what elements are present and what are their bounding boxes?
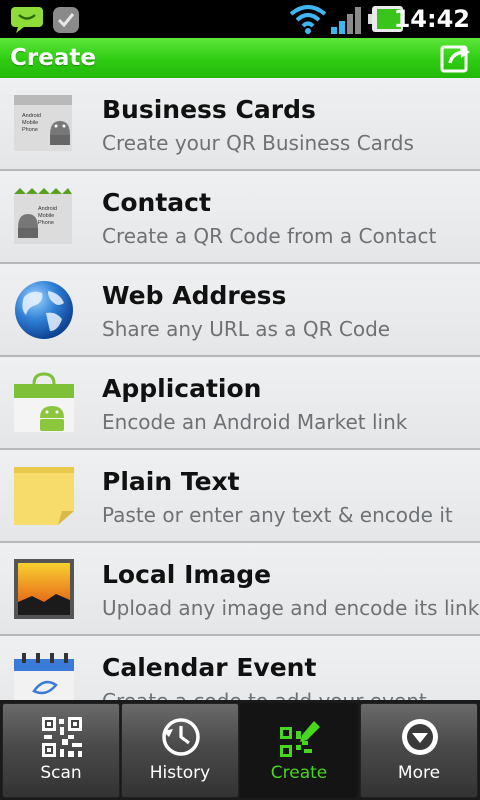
item-subtitle: Create a QR Code from a Contact	[102, 224, 437, 248]
tab-label: More	[397, 763, 441, 783]
messaging-icon	[11, 7, 43, 33]
svg-text:Mobile: Mobile	[22, 120, 38, 126]
list-item-application[interactable]: Application Encode an Android Market lin…	[0, 357, 480, 450]
item-subtitle: Upload any image and encode its link	[102, 596, 480, 620]
tab-label: Scan	[40, 763, 82, 783]
svg-text:Android: Android	[38, 206, 57, 212]
clock-icon	[162, 718, 200, 756]
list-item-calendar-event[interactable]: Calendar Event Create a code to add your…	[0, 636, 480, 700]
tab-label: History	[149, 763, 211, 783]
bottom-tab-bar: Scan History Create More	[0, 700, 480, 800]
item-title: Local Image	[102, 560, 272, 589]
sticky-note-icon	[14, 467, 74, 525]
tab-more[interactable]: More	[360, 703, 478, 798]
title-bar: Create	[0, 38, 480, 78]
status-bar: 14:42	[0, 0, 480, 38]
signal-icon	[331, 7, 361, 34]
page-title: Create	[10, 45, 96, 71]
globe-icon	[15, 281, 73, 339]
list-item-local-image[interactable]: Local Image Upload any image and encode …	[0, 543, 480, 636]
tab-label: Create	[270, 763, 328, 783]
calendar-icon	[14, 653, 74, 700]
clock-time: 14:42	[393, 5, 470, 33]
svg-text:Android: Android	[22, 113, 41, 119]
item-title: Application	[102, 374, 262, 403]
contact-icon: Android Mobile Phone	[14, 188, 72, 244]
item-title: Calendar Event	[102, 653, 317, 682]
qr-create-icon	[280, 721, 320, 757]
chevron-down-circle-icon	[402, 719, 438, 755]
list-item-contact[interactable]: Android Mobile Phone Contact Create a QR…	[0, 171, 480, 264]
svg-text:Phone: Phone	[22, 127, 38, 133]
item-subtitle: Encode an Android Market link	[102, 410, 408, 434]
list-item-web-address[interactable]: Web Address Share any URL as a QR Code	[0, 264, 480, 357]
tab-scan[interactable]: Scan	[2, 703, 120, 798]
item-subtitle: Paste or enter any text & encode it	[102, 503, 453, 527]
share-icon[interactable]	[440, 43, 472, 73]
business-card-icon: Android Mobile Phone	[14, 95, 72, 151]
sync-icon	[53, 7, 79, 33]
item-title: Plain Text	[102, 467, 240, 496]
item-title: Contact	[102, 188, 211, 217]
item-subtitle: Create your QR Business Cards	[102, 131, 414, 155]
tab-history[interactable]: History	[121, 703, 239, 798]
item-title: Business Cards	[102, 95, 316, 124]
market-bag-icon	[14, 372, 74, 432]
item-subtitle: Share any URL as a QR Code	[102, 317, 391, 341]
picture-icon	[14, 559, 74, 619]
list-item-plain-text[interactable]: Plain Text Paste or enter any text & enc…	[0, 450, 480, 543]
item-title: Web Address	[102, 281, 287, 310]
create-options-list: Android Mobile Phone Business Cards Crea…	[0, 78, 480, 700]
svg-text:Phone: Phone	[38, 220, 54, 226]
qr-code-icon	[42, 717, 82, 757]
item-subtitle: Create a code to add your event	[102, 688, 427, 700]
list-item-business-cards[interactable]: Android Mobile Phone Business Cards Crea…	[0, 78, 480, 171]
tab-create[interactable]: Create	[240, 703, 358, 798]
svg-text:Mobile: Mobile	[38, 213, 54, 219]
wifi-icon	[289, 5, 327, 34]
